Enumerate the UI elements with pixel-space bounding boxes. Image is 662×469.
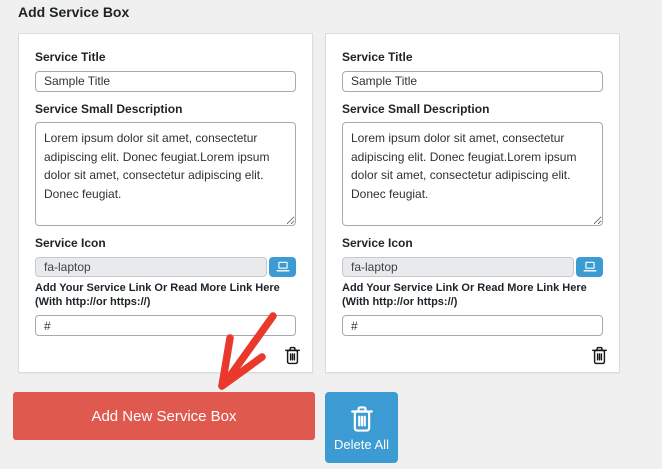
service-icon-row (342, 257, 603, 277)
delete-service-box-button[interactable] (587, 342, 611, 368)
service-title-input[interactable] (35, 71, 296, 92)
delete-all-label: Delete All (334, 437, 389, 452)
add-new-service-box-button[interactable]: Add New Service Box (13, 392, 315, 440)
service-icon-input[interactable] (342, 257, 574, 277)
service-box-card-2: Service Title Service Small Description … (325, 33, 620, 373)
service-title-label: Service Title (35, 50, 296, 66)
service-description-label: Service Small Description (35, 102, 296, 118)
page-title: Add Service Box (18, 4, 129, 20)
delete-all-button[interactable]: Delete All (325, 392, 398, 463)
delete-service-box-button[interactable] (280, 342, 304, 368)
icon-picker-button[interactable] (269, 257, 296, 277)
service-description-textarea[interactable]: Lorem ipsum dolor sit amet, consectetur … (35, 122, 296, 226)
icon-picker-button[interactable] (576, 257, 603, 277)
service-title-input[interactable] (342, 71, 603, 92)
service-icon-input[interactable] (35, 257, 267, 277)
add-service-box-panel: Add Service Box Service Title Service Sm… (0, 0, 662, 469)
service-box-card-1: Service Title Service Small Description … (18, 33, 313, 373)
trash-icon (348, 404, 376, 434)
laptop-icon (276, 261, 290, 273)
laptop-icon (583, 261, 597, 273)
service-link-label: Add Your Service Link Or Read More Link … (342, 281, 603, 310)
service-description-label: Service Small Description (342, 102, 603, 118)
trash-icon (283, 345, 302, 366)
service-link-input[interactable] (35, 315, 296, 336)
service-link-input[interactable] (342, 315, 603, 336)
service-icon-label: Service Icon (342, 236, 603, 252)
service-title-label: Service Title (342, 50, 603, 66)
service-icon-row (35, 257, 296, 277)
service-icon-label: Service Icon (35, 236, 296, 252)
trash-icon (590, 345, 609, 366)
service-description-textarea[interactable]: Lorem ipsum dolor sit amet, consectetur … (342, 122, 603, 226)
service-link-label: Add Your Service Link Or Read More Link … (35, 281, 296, 310)
